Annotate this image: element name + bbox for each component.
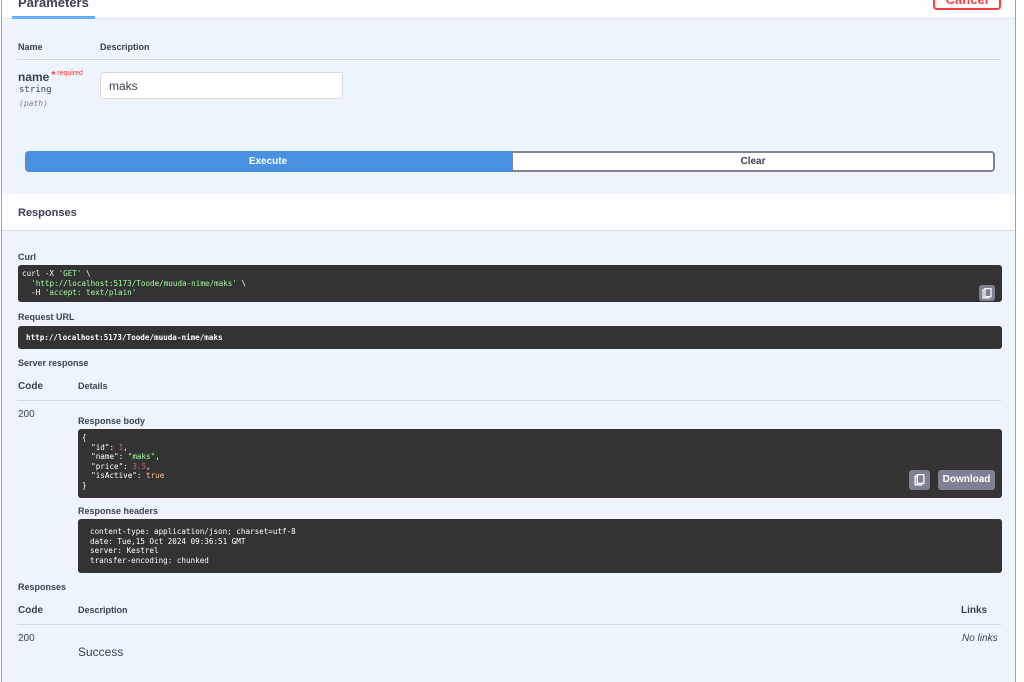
operation-panel: Parameters Cancel Name Description name*… [1, 0, 1016, 682]
clipboard-copy-icon [914, 474, 925, 486]
response-headers-block: content-type: application/json; charset=… [78, 519, 1002, 573]
param-name: name * required [18, 70, 83, 84]
required-label: required [57, 70, 83, 77]
param-col-description: Description [100, 42, 150, 52]
curl-line-3: -H 'accept: text/plain' [22, 288, 137, 297]
copy-body-button[interactable] [909, 470, 930, 490]
doc-response-links: No links [962, 633, 998, 644]
doc-col-description: Description [78, 605, 128, 615]
param-name-label: name [18, 70, 50, 84]
parameters-header: Parameters Cancel [2, 0, 1015, 19]
download-button[interactable]: Download [938, 470, 995, 490]
doc-response-code: 200 [18, 633, 35, 644]
execute-button[interactable]: Execute [25, 151, 511, 172]
required-star: * [51, 70, 56, 81]
clipboard-copy-icon [982, 287, 992, 299]
response-headers-label: Response headers [78, 506, 159, 516]
doc-header-divider [17, 624, 1001, 625]
response-body-label: Response body [78, 416, 146, 426]
header-line: date: Tue,15 Oct 2024 09:36:51 GMT [90, 536, 246, 546]
documented-responses-title: Responses [18, 582, 67, 592]
curl-line-1: curl -X 'GET' \ [22, 269, 91, 278]
header-line: server: Kestrel [90, 546, 159, 555]
server-response-code: 200 [18, 409, 35, 420]
header-line: content-type: application/json; charset=… [90, 527, 296, 536]
param-location: (path) [19, 99, 48, 108]
param-header-divider [17, 59, 1001, 60]
request-url-label: Request URL [18, 312, 75, 322]
param-type: string [19, 85, 52, 95]
server-col-code: Code [18, 381, 43, 392]
request-url-value: http://localhost:5173/Toode/muuda-nime/m… [18, 326, 1002, 349]
clear-button[interactable]: Clear [511, 151, 995, 172]
server-col-details: Details [78, 381, 108, 391]
param-name-input[interactable] [100, 72, 343, 99]
tab-parameters[interactable]: Parameters [12, 0, 95, 19]
server-response-label: Server response [18, 358, 89, 368]
doc-col-links: Links [961, 605, 988, 616]
copy-curl-button[interactable] [979, 285, 995, 301]
responses-header: Responses [2, 194, 1015, 231]
curl-label: Curl [18, 252, 36, 262]
header-line: transfer-encoding: chunked [90, 555, 209, 565]
doc-col-code: Code [18, 605, 43, 616]
param-col-name: Name [18, 42, 43, 52]
cancel-button[interactable]: Cancel [933, 0, 1001, 10]
response-body-block: { "id": 1, "name": "maks", "price": 3.5,… [78, 429, 1002, 498]
server-header-divider [17, 400, 1001, 401]
curl-block: curl -X 'GET' \ 'http://localhost:5173/T… [18, 265, 1002, 302]
doc-response-description: Success [78, 645, 124, 659]
curl-line-2: 'http://localhost:5173/Toode/muuda-nime/… [31, 278, 247, 288]
responses-title: Responses [18, 207, 77, 219]
